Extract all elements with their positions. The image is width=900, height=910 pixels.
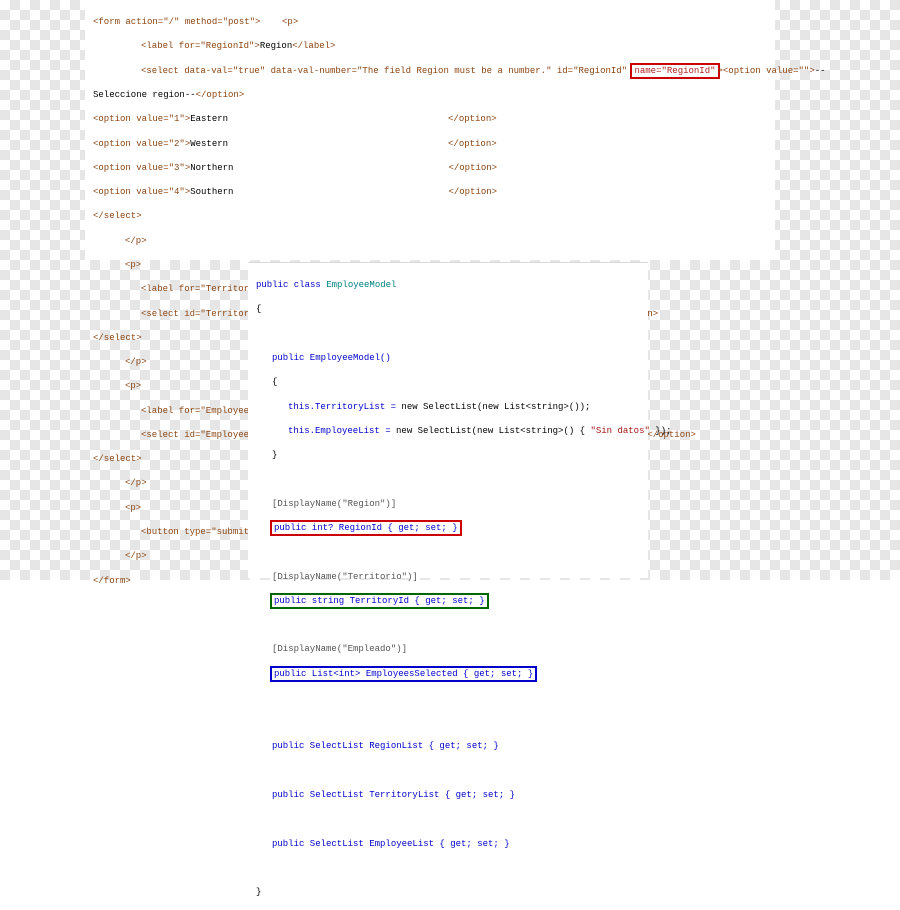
- code-text: <form action="/" method="post"> <p>: [93, 17, 298, 27]
- code-text: <p>: [125, 503, 141, 513]
- code-text: Southern: [190, 187, 233, 197]
- highlight-prop-region: public int? RegionId { get; set; }: [272, 522, 460, 534]
- code-text: </select>: [93, 211, 142, 221]
- code-text: </p>: [125, 478, 147, 488]
- code-text: </option>: [448, 114, 497, 124]
- code-text: <option value="2">: [93, 139, 190, 149]
- code-text: <option value="1">: [93, 114, 190, 124]
- code-text: <select data-val="true" data-val-number=…: [141, 66, 632, 76]
- code-text: public class: [256, 280, 326, 290]
- code-text: </select>: [93, 333, 142, 343]
- code-text: </option>: [448, 139, 497, 149]
- code-text: this.EmployeeList =: [288, 426, 396, 436]
- code-text: Region: [260, 41, 292, 51]
- code-text: <label for="RegionId">: [141, 41, 260, 51]
- code-text: [DisplayName("Region")]: [272, 499, 396, 509]
- code-text: </p>: [125, 357, 147, 367]
- code-text: this.TerritoryList =: [288, 402, 401, 412]
- code-text: "Sin datos": [590, 426, 649, 436]
- code-text: });: [650, 426, 672, 436]
- code-text: </label>: [292, 41, 335, 51]
- code-text: </p>: [125, 236, 147, 246]
- code-text: </select>: [93, 454, 142, 464]
- highlight-prop-terr: public string TerritoryId { get; set; }: [272, 595, 487, 607]
- code-text: </form>: [93, 576, 131, 586]
- highlight-prop-emp: public List<int> EmployeesSelected { get…: [272, 668, 535, 680]
- code-text: Eastern: [190, 114, 228, 124]
- code-text: <option value="4">: [93, 187, 190, 197]
- code-text: </p>: [125, 551, 147, 561]
- code-text: EmployeeModel: [326, 280, 396, 290]
- highlight-region-name: name="RegionId": [632, 65, 717, 77]
- code-text: Western: [190, 139, 228, 149]
- code-text: Seleccione region--: [93, 90, 196, 100]
- code-text: </option>: [448, 163, 497, 173]
- code-text: public SelectList RegionList { get; set;…: [272, 741, 499, 751]
- code-text: --: [815, 66, 826, 76]
- code-text: new SelectList(new List<string>() {: [396, 426, 590, 436]
- code-text: <option value="3">: [93, 163, 190, 173]
- code-text: ><option value="">: [718, 66, 815, 76]
- code-text: public SelectList EmployeeList { get; se…: [272, 839, 510, 849]
- html-code-panel: <form action="/" method="post"> <p> <lab…: [85, 0, 775, 260]
- code-text: <p>: [125, 381, 141, 391]
- code-text: new SelectList(new List<string>());: [401, 402, 590, 412]
- code-text: </option>: [448, 187, 497, 197]
- code-text: <p>: [125, 260, 141, 270]
- code-text: public SelectList TerritoryList { get; s…: [272, 790, 515, 800]
- code-text: </option>: [196, 90, 245, 100]
- code-text: [DisplayName("Empleado")]: [272, 644, 407, 654]
- code-text: public EmployeeModel(): [272, 353, 391, 363]
- csharp-code-panel: public class EmployeeModel { public Empl…: [248, 262, 648, 578]
- code-text: Northern: [190, 163, 233, 173]
- code-text: [DisplayName("Territorio")]: [272, 572, 418, 582]
